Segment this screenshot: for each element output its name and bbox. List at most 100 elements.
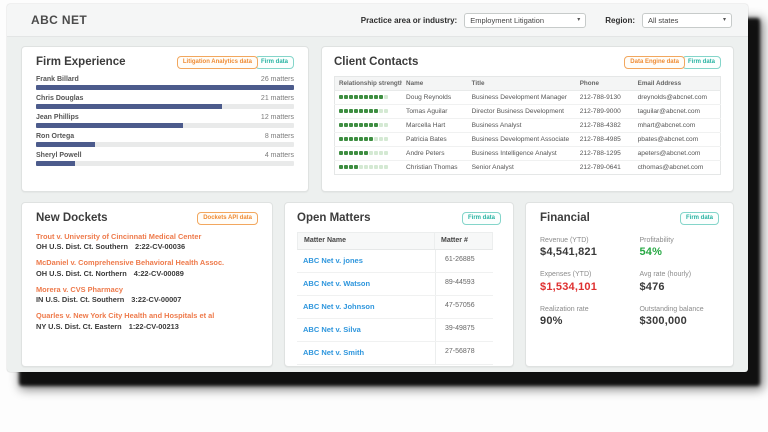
- relationship-strength-indicator: [339, 123, 398, 127]
- matter-name-link[interactable]: ABC Net v. Johnson: [297, 296, 435, 318]
- experience-bar-row: Chris Douglas21 matters: [36, 95, 294, 109]
- docket-case-link[interactable]: Trout v. University of Cincinnati Medica…: [36, 232, 258, 241]
- contact-phone: 212-788-1295: [576, 146, 634, 160]
- col-name: Name: [402, 76, 468, 90]
- open-matters-table: Matter Name Matter # ABC Net v. jones61-…: [297, 232, 493, 365]
- metric-expenses-ytd: Expenses (YTD) $1,534,101: [540, 271, 631, 293]
- financial-title: Financial: [540, 212, 590, 224]
- contact-title: Director Business Development: [468, 104, 576, 118]
- matter-name-link[interactable]: ABC Net v. jones: [297, 250, 435, 272]
- experience-bar-row: Sheryl Powell4 matters: [36, 152, 294, 166]
- strength-square: [354, 151, 358, 155]
- metric-profitability: Profitability 54%: [639, 237, 719, 259]
- strength-square: [364, 123, 368, 127]
- strength-square: [369, 137, 373, 141]
- region-select[interactable]: All states ▾: [642, 13, 732, 28]
- client-contacts-title: Client Contacts: [334, 56, 418, 68]
- metric-label: Expenses (YTD): [540, 271, 631, 278]
- matters-count: 8 matters: [265, 133, 294, 140]
- strength-square: [379, 123, 383, 127]
- metric-label: Avg rate (hourly): [639, 271, 719, 278]
- docket-case-link[interactable]: Quarles v. New York City Health and Hosp…: [36, 311, 258, 320]
- metric-value: $4,541,821: [540, 246, 631, 258]
- filter-controls: Practice area or industry: Employment Li…: [361, 13, 732, 28]
- matter-row: ABC Net v. jones61-26885: [297, 250, 493, 273]
- strength-square: [359, 123, 363, 127]
- contact-email: mhart@abcnet.com: [634, 118, 721, 132]
- matter-name-link[interactable]: ABC Net v. Watson: [297, 273, 435, 295]
- docket-case-link[interactable]: McDaniel v. Comprehensive Behavioral Hea…: [36, 258, 258, 267]
- strength-square: [359, 151, 363, 155]
- strength-square: [349, 151, 353, 155]
- firm-data-badge: Firm data: [680, 212, 719, 225]
- strength-square: [359, 95, 363, 99]
- strength-square: [354, 165, 358, 169]
- top-bar: ABC NET Practice area or industry: Emplo…: [7, 4, 748, 37]
- experience-bar-row: Jean Phillips12 matters: [36, 114, 294, 128]
- strength-square: [344, 165, 348, 169]
- matter-name-link[interactable]: ABC Net v. Silva: [297, 319, 435, 341]
- strength-square: [354, 95, 358, 99]
- strength-square: [384, 137, 388, 141]
- docket-number: 1:22-CV-00213: [129, 322, 179, 331]
- col-email: Email Address: [634, 76, 721, 90]
- contact-phone: 212-788-9130: [576, 90, 634, 104]
- bar-fill: [36, 85, 294, 90]
- strength-square: [344, 95, 348, 99]
- contact-name: Tomas Aguilar: [402, 104, 468, 118]
- metric-value: $300,000: [639, 315, 719, 327]
- contact-title: Business Intelligence Analyst: [468, 146, 576, 160]
- strength-square: [359, 109, 363, 113]
- contact-title: Business Development Manager: [468, 90, 576, 104]
- strength-square: [339, 151, 343, 155]
- contact-row: Tomas AguilarDirector Business Developme…: [335, 104, 721, 118]
- firm-experience-title: Firm Experience: [36, 56, 125, 68]
- financial-badges: Firm data: [683, 212, 719, 225]
- docket-item: Quarles v. New York City Health and Hosp…: [36, 311, 258, 331]
- docket-number: 2:22-CV-00036: [135, 242, 185, 251]
- relationship-strength-indicator: [339, 95, 398, 99]
- matter-row: ABC Net v. Smith27-56878: [297, 342, 493, 365]
- docket-item: Morera v. CVS PharmacyIN U.S. Dist. Ct. …: [36, 285, 258, 305]
- strength-square: [359, 165, 363, 169]
- strength-square: [379, 109, 383, 113]
- contact-email: taguilar@abcnet.com: [634, 104, 721, 118]
- firm-experience-badges: Litigation Analytics data Firm data: [177, 56, 294, 69]
- relationship-strength-indicator: [339, 165, 398, 169]
- strength-square: [364, 137, 368, 141]
- practice-area-select[interactable]: Employment Litigation ▾: [464, 13, 586, 28]
- dashboard-main: Firm Experience Litigation Analytics dat…: [7, 37, 748, 367]
- strength-square: [384, 165, 388, 169]
- practice-area-label: Practice area or industry:: [361, 16, 457, 25]
- contact-title: Business Analyst: [468, 118, 576, 132]
- new-dockets-card: New Dockets Dockets API data Trout v. Un…: [21, 202, 273, 367]
- metric-value: 90%: [540, 315, 631, 327]
- strength-square: [359, 137, 363, 141]
- contact-email: apeters@abcnet.com: [634, 146, 721, 160]
- attorney-name: Frank Billard: [36, 76, 79, 83]
- strength-square: [344, 137, 348, 141]
- strength-square: [374, 165, 378, 169]
- chevron-down-icon: ▾: [577, 17, 580, 23]
- strength-square: [349, 165, 353, 169]
- contact-row: Marcella HartBusiness Analyst212-788-438…: [335, 118, 721, 132]
- metric-label: Profitability: [639, 237, 719, 244]
- practice-area-value: Employment Litigation: [470, 16, 544, 25]
- dashboard-window: ABC NET Practice area or industry: Emplo…: [7, 4, 748, 372]
- attorney-name: Chris Douglas: [36, 95, 83, 102]
- matter-number: 39-49875: [435, 319, 493, 341]
- open-matters-card: Open Matters Firm data Matter Name Matte…: [284, 202, 514, 367]
- metric-label: Outstanding balance: [639, 306, 719, 313]
- strength-square: [369, 109, 373, 113]
- docket-case-link[interactable]: Morera v. CVS Pharmacy: [36, 285, 258, 294]
- docket-court-line: IN U.S. Dist. Ct. Southern3:22-CV-00007: [36, 295, 258, 304]
- contact-row: Andre PetersBusiness Intelligence Analys…: [335, 146, 721, 160]
- matter-row: ABC Net v. Watson89-44593: [297, 273, 493, 296]
- dockets-api-data-badge: Dockets API data: [197, 212, 258, 225]
- metric-value: $1,534,101: [540, 281, 631, 293]
- strength-square: [339, 165, 343, 169]
- firm-data-badge: Firm data: [255, 56, 294, 69]
- matter-name-link[interactable]: ABC Net v. Smith: [297, 342, 435, 364]
- attorney-name: Ron Ortega: [36, 133, 74, 140]
- open-matters-title: Open Matters: [297, 212, 371, 224]
